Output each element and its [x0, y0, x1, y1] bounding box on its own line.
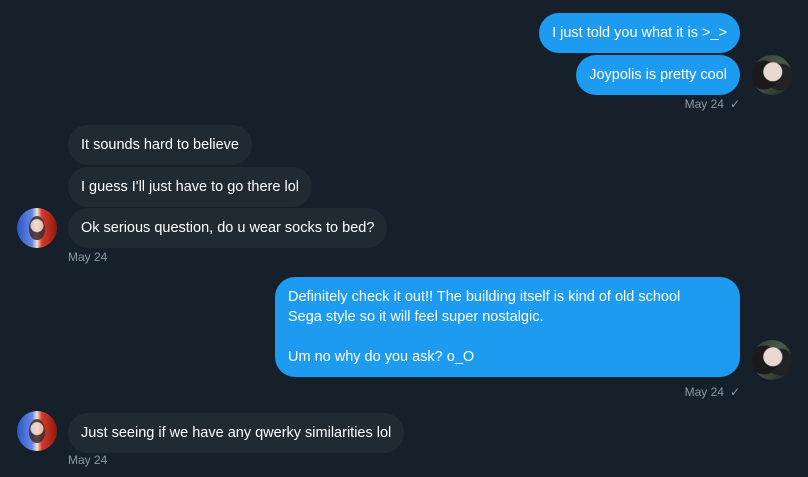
- message-text-line: Definitely check it out!! The building i…: [288, 289, 681, 305]
- conversation-panel: I just told you what it is >_> Joypolis …: [0, 0, 808, 477]
- message-bubble-incoming[interactable]: Ok serious question, do u wear socks to …: [68, 208, 388, 248]
- message-text: Ok serious question, do u wear socks to …: [81, 220, 375, 236]
- previous-message-edge: [80, 0, 86, 2]
- avatar-self[interactable]: [752, 55, 792, 95]
- message-text-line: Um no why do you ask? o_O: [288, 349, 475, 365]
- message-timestamp: May 24: [68, 453, 108, 467]
- message-meta: May 24 ✓: [685, 97, 740, 111]
- message-bubble-incoming[interactable]: I guess I'll just have to go there lol: [68, 167, 312, 207]
- message-text: Just seeing if we have any qwerky simila…: [81, 425, 392, 441]
- message-meta: May 24: [68, 250, 107, 264]
- message-meta: May 24: [68, 453, 107, 467]
- message-text: It sounds hard to believe: [81, 137, 239, 153]
- avatar-self[interactable]: [752, 340, 792, 380]
- message-meta: May 24 ✓: [685, 385, 740, 399]
- message-text: Joypolis is pretty cool: [589, 67, 727, 83]
- message-bubble-incoming[interactable]: Just seeing if we have any qwerky simila…: [68, 413, 405, 453]
- message-bubble-outgoing[interactable]: Definitely check it out!! The building i…: [275, 277, 740, 377]
- message-text: I just told you what it is >_>: [552, 25, 727, 41]
- message-bubble-outgoing[interactable]: Joypolis is pretty cool: [576, 55, 740, 95]
- sent-check-icon: ✓: [729, 385, 740, 399]
- message-timestamp: May 24: [684, 97, 724, 111]
- message-text: I guess I'll just have to go there lol: [81, 179, 299, 195]
- avatar-contact[interactable]: [17, 208, 57, 248]
- message-bubble-outgoing[interactable]: I just told you what it is >_>: [539, 13, 740, 53]
- avatar-contact[interactable]: [17, 411, 57, 451]
- sent-check-icon: ✓: [729, 97, 740, 111]
- message-text-line: Sega style so it will feel super nostalg…: [288, 309, 544, 325]
- message-timestamp: May 24: [684, 385, 724, 399]
- message-timestamp: May 24: [68, 250, 108, 264]
- message-bubble-incoming[interactable]: It sounds hard to believe: [68, 125, 252, 165]
